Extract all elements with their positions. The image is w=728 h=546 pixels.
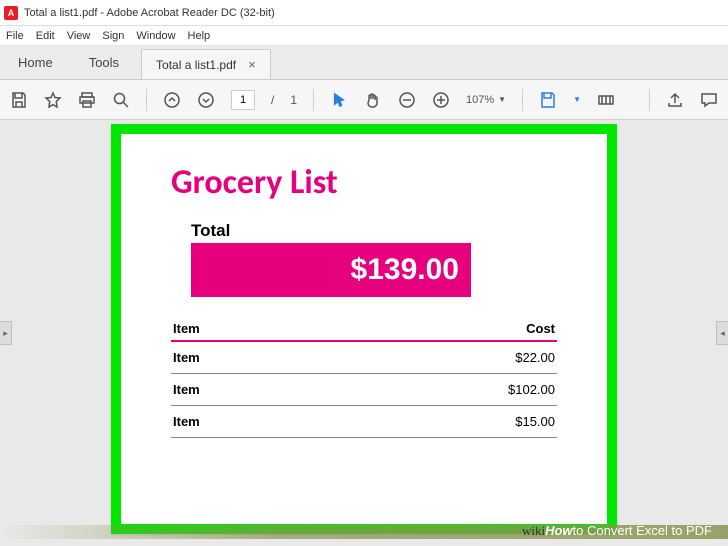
separator — [522, 89, 523, 111]
watermark: wikiHow to Convert Excel to PDF — [0, 516, 728, 546]
toolbar: / 1 107% ▼ ▼ — [0, 80, 728, 120]
cell-cost: $102.00 — [316, 374, 557, 406]
print-icon[interactable] — [78, 91, 96, 109]
tab-home[interactable]: Home — [0, 46, 71, 79]
separator — [313, 89, 314, 111]
left-panel-toggle[interactable]: ▸ — [0, 321, 12, 345]
menu-help[interactable]: Help — [188, 30, 211, 42]
watermark-caption: to Convert Excel to PDF — [573, 523, 712, 538]
tab-document[interactable]: Total a list1.pdf × — [141, 49, 271, 79]
brand-suffix: How — [545, 523, 572, 538]
chevron-down-icon: ▼ — [498, 95, 506, 104]
cell-item: Item — [171, 374, 316, 406]
pointer-icon[interactable] — [330, 91, 348, 109]
close-icon[interactable]: × — [248, 57, 256, 72]
menu-sign[interactable]: Sign — [102, 30, 124, 42]
search-icon[interactable] — [112, 91, 130, 109]
header-item: Item — [171, 317, 316, 341]
menu-window[interactable]: Window — [136, 30, 175, 42]
page-up-icon[interactable] — [163, 91, 181, 109]
table-row: Item $22.00 — [171, 341, 557, 374]
page-separator: / — [271, 93, 274, 107]
page-number-input[interactable] — [231, 90, 255, 110]
watermark-text: wikiHow to Convert Excel to PDF — [522, 523, 712, 539]
window-title: Total a list1.pdf - Adobe Acrobat Reader… — [24, 7, 275, 19]
title-bar: A Total a list1.pdf - Adobe Acrobat Read… — [0, 0, 728, 26]
menu-edit[interactable]: Edit — [36, 30, 55, 42]
table-row: Item $102.00 — [171, 374, 557, 406]
cell-item: Item — [171, 406, 316, 438]
hand-icon[interactable] — [364, 91, 382, 109]
star-icon[interactable] — [44, 91, 62, 109]
cell-item: Item — [171, 341, 316, 374]
header-cost: Cost — [316, 317, 557, 341]
stamp-icon[interactable] — [597, 91, 615, 109]
chevron-down-icon[interactable]: ▼ — [573, 95, 581, 104]
tab-document-label: Total a list1.pdf — [156, 58, 236, 72]
table-row: Item $15.00 — [171, 406, 557, 438]
document-viewer: ▸ ◂ Grocery List Total $139.00 Item Cost… — [0, 120, 728, 546]
separator — [649, 89, 650, 111]
zoom-value-text: 107% — [466, 94, 494, 106]
save-cloud-icon[interactable] — [539, 91, 557, 109]
menu-view[interactable]: View — [67, 30, 91, 42]
share-icon[interactable] — [666, 91, 684, 109]
zoom-level[interactable]: 107% ▼ — [466, 94, 506, 106]
page-total: 1 — [290, 93, 297, 107]
cell-cost: $22.00 — [316, 341, 557, 374]
acrobat-icon: A — [4, 6, 18, 20]
tab-tools[interactable]: Tools — [71, 46, 137, 79]
zoom-in-icon[interactable] — [432, 91, 450, 109]
menu-bar: File Edit View Sign Window Help — [0, 26, 728, 46]
zoom-out-icon[interactable] — [398, 91, 416, 109]
tab-bar: Home Tools Total a list1.pdf × — [0, 46, 728, 80]
page-down-icon[interactable] — [197, 91, 215, 109]
pdf-page: Grocery List Total $139.00 Item Cost Ite… — [111, 124, 617, 534]
menu-file[interactable]: File — [6, 30, 24, 42]
document-title: Grocery List — [171, 162, 557, 203]
total-label: Total — [191, 221, 557, 241]
save-icon[interactable] — [10, 91, 28, 109]
right-panel-toggle[interactable]: ◂ — [716, 321, 728, 345]
total-value: $139.00 — [191, 243, 471, 297]
comment-icon[interactable] — [700, 91, 718, 109]
brand-prefix: wiki — [522, 523, 545, 539]
cell-cost: $15.00 — [316, 406, 557, 438]
separator — [146, 89, 147, 111]
items-table: Item Cost Item $22.00 Item $102.00 Item … — [171, 317, 557, 438]
